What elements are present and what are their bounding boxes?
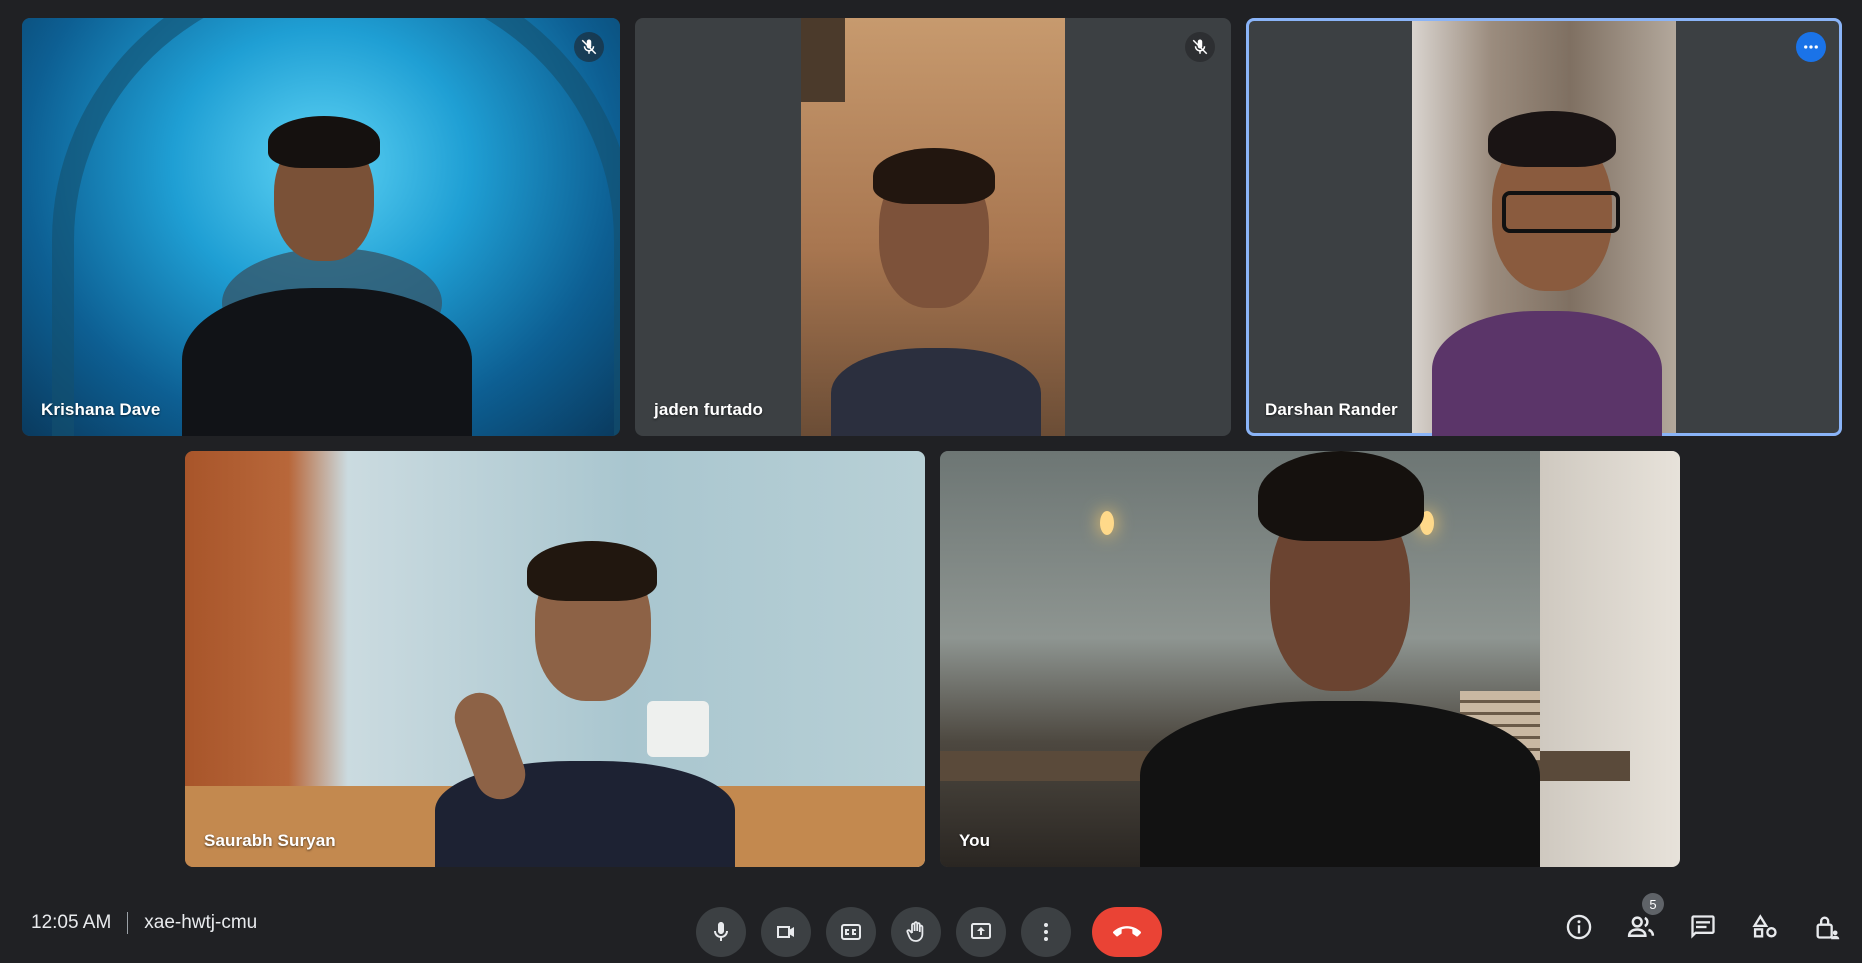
meeting-info: 12:05 AM xae-hwtj-cmu [31, 907, 257, 939]
participant-tile-saurabh[interactable]: Saurabh Suryan [185, 451, 925, 867]
participant-video [940, 451, 1680, 867]
mic-off-icon [574, 32, 604, 62]
participant-figure [435, 541, 735, 867]
more-options-icon[interactable] [1796, 32, 1826, 62]
info-icon [1566, 914, 1592, 940]
present-button[interactable] [956, 907, 1006, 957]
participant-tile-you[interactable]: You [940, 451, 1680, 867]
participant-video [635, 18, 1231, 436]
participant-figure [821, 148, 1051, 436]
call-controls [696, 907, 1162, 957]
microphone-button[interactable] [696, 907, 746, 957]
participant-tile-krishana[interactable]: Krishana Dave [22, 18, 620, 436]
people-icon [1627, 916, 1655, 937]
camera-icon [777, 926, 794, 938]
mic-off-icon [1185, 32, 1215, 62]
raise-hand-button[interactable] [891, 907, 941, 957]
host-controls-button[interactable] [1810, 907, 1844, 947]
clock-time: 12:05 AM [31, 912, 112, 933]
bottom-toolbar: 12:05 AM xae-hwtj-cmu 5 [0, 883, 1862, 963]
participant-name: Krishana Dave [41, 400, 161, 419]
leave-call-button[interactable] [1092, 907, 1162, 957]
closed-captions-icon [841, 924, 861, 940]
participant-video [22, 18, 620, 436]
participant-video [1249, 21, 1839, 436]
microphone-icon [714, 922, 728, 941]
divider [127, 912, 129, 934]
camera-button[interactable] [761, 907, 811, 957]
captions-button[interactable] [826, 907, 876, 957]
participant-figure [1432, 111, 1662, 436]
participant-tile-darshan[interactable]: Darshan Rander [1246, 18, 1842, 436]
raise-hand-icon [906, 921, 924, 942]
participant-video [185, 451, 925, 867]
present-screen-icon [971, 923, 991, 939]
participant-name: You [959, 831, 991, 850]
chat-button[interactable] [1686, 907, 1720, 947]
lock-person-icon [1816, 916, 1840, 940]
meeting-details-button[interactable] [1562, 907, 1596, 947]
leave-call-icon [1113, 926, 1141, 937]
activities-icon [1752, 914, 1777, 938]
participant-figure [1140, 451, 1540, 867]
people-button[interactable]: 5 [1624, 893, 1664, 947]
chat-icon [1691, 915, 1715, 939]
more-options-button[interactable] [1021, 907, 1071, 957]
participant-name: Darshan Rander [1265, 400, 1398, 419]
meeting-tools: 5 [1562, 893, 1844, 947]
participant-tile-jaden[interactable]: jaden furtado [635, 18, 1231, 436]
meet-window: Krishana Dave jaden furtado Darshan Rand… [0, 0, 1862, 963]
participant-name: Saurabh Suryan [204, 831, 336, 850]
participant-name: jaden furtado [654, 400, 763, 419]
participant-figure [142, 108, 502, 436]
people-count-badge: 5 [1642, 893, 1664, 915]
activities-button[interactable] [1748, 907, 1782, 947]
meeting-code: xae-hwtj-cmu [144, 912, 258, 933]
more-options-icon [1044, 923, 1048, 941]
